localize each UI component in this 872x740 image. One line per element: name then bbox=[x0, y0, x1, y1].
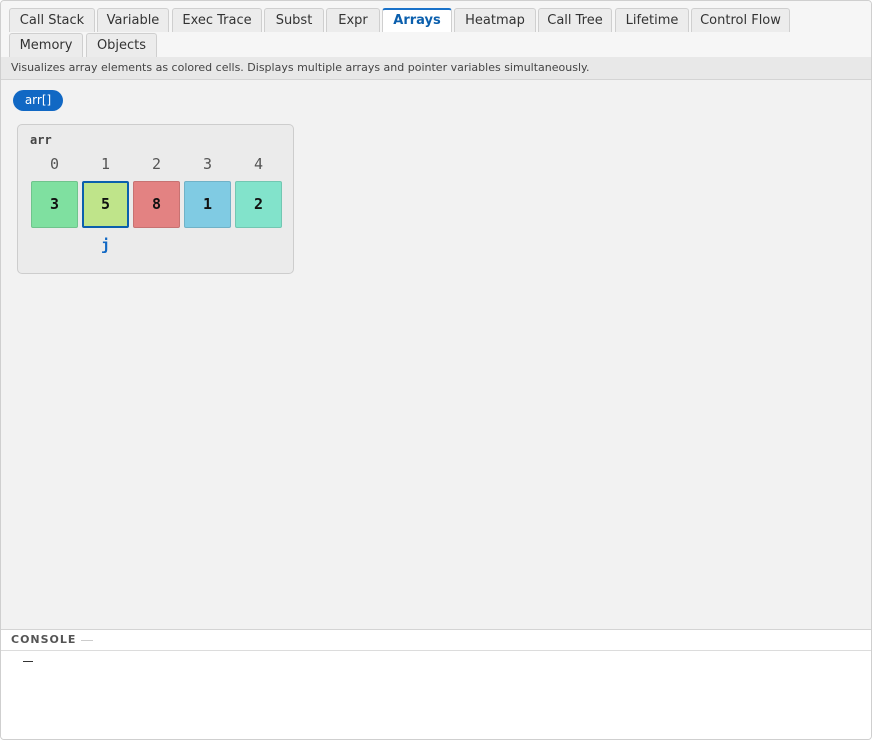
tab-call-stack[interactable]: Call Stack bbox=[9, 8, 95, 32]
array-name: arr bbox=[30, 133, 52, 147]
console-divider bbox=[81, 640, 93, 641]
pointer-label-j: j bbox=[100, 236, 111, 254]
console-panel: CONSOLE bbox=[1, 629, 871, 739]
tab-exec-trace[interactable]: Exec Trace bbox=[172, 8, 262, 32]
array-index: 2 bbox=[151, 155, 162, 173]
tab-subst[interactable]: Subst bbox=[264, 8, 324, 32]
tab-lifetime[interactable]: Lifetime bbox=[615, 8, 689, 32]
array-selector-chip[interactable]: arr[] bbox=[13, 90, 63, 111]
tab-call-tree[interactable]: Call Tree bbox=[538, 8, 612, 32]
array-index: 1 bbox=[100, 155, 111, 173]
array-index: 3 bbox=[202, 155, 213, 173]
tab-heatmap[interactable]: Heatmap bbox=[454, 8, 536, 32]
array-index: 0 bbox=[49, 155, 60, 173]
console-cursor[interactable] bbox=[23, 661, 33, 662]
tab-variable[interactable]: Variable bbox=[97, 8, 169, 32]
array-index: 4 bbox=[253, 155, 264, 173]
array-cell[interactable]: 3 bbox=[31, 181, 78, 228]
tab-memory[interactable]: Memory bbox=[9, 33, 83, 57]
array-cell[interactable]: 5 bbox=[82, 181, 129, 228]
tab-arrays[interactable]: Arrays bbox=[382, 8, 452, 32]
tab-objects[interactable]: Objects bbox=[86, 33, 157, 57]
tab-description: Visualizes array elements as colored cel… bbox=[1, 57, 871, 80]
array-cell[interactable]: 1 bbox=[184, 181, 231, 228]
visualizer-panel: Call Stack Variable Exec Trace Subst Exp… bbox=[0, 0, 872, 740]
array-cell[interactable]: 8 bbox=[133, 181, 180, 228]
array-cell[interactable]: 2 bbox=[235, 181, 282, 228]
tab-expr[interactable]: Expr bbox=[326, 8, 380, 32]
array-view: arr 0 1 2 3 4 3 5 8 1 2 j bbox=[17, 124, 294, 274]
tab-bar: Call Stack Variable Exec Trace Subst Exp… bbox=[1, 1, 871, 57]
console-header: CONSOLE bbox=[1, 630, 871, 651]
console-title: CONSOLE bbox=[11, 633, 77, 646]
tab-control-flow[interactable]: Control Flow bbox=[691, 8, 790, 32]
